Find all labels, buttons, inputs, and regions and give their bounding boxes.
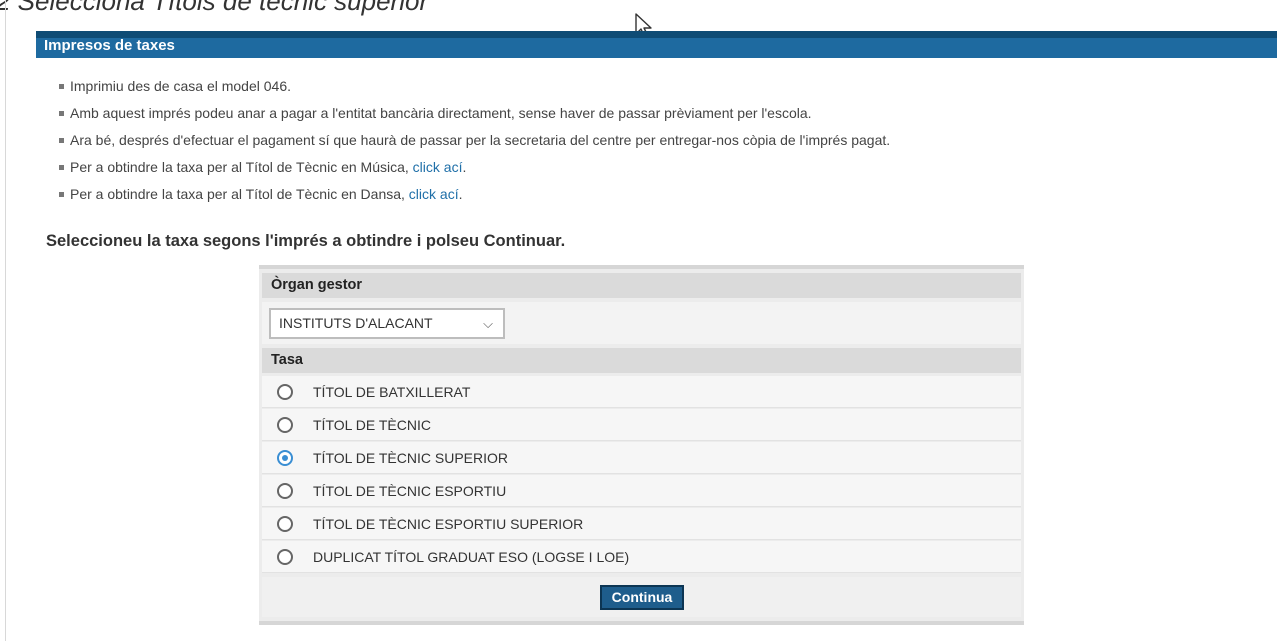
radio-button[interactable]: [277, 384, 293, 400]
tasa-option[interactable]: TÍTOL DE TÈCNIC SUPERIOR: [262, 442, 1021, 474]
continue-button[interactable]: Continua: [600, 585, 684, 610]
dansa-tax-link[interactable]: click ací: [409, 186, 459, 202]
radio-button-selected[interactable]: [277, 450, 293, 466]
tasa-option-label[interactable]: TÍTOL DE TÈCNIC ESPORTIU SUPERIOR: [313, 516, 583, 532]
chevron-down-icon: ⌵: [483, 316, 493, 331]
info-item: Per a obtindre la taxa per al Títol de T…: [56, 184, 890, 211]
button-row: Continua: [262, 577, 1021, 617]
tasa-header: Tasa: [262, 348, 1021, 373]
organ-gestor-value: INSTITUTS D'ALACANT: [279, 315, 433, 331]
tax-form: Òrgan gestor INSTITUTS D'ALACANT ⌵ Tasa …: [259, 265, 1024, 625]
info-item-text: Imprimiu des de casa el model 046.: [70, 78, 291, 94]
organ-gestor-header: Òrgan gestor: [262, 273, 1021, 298]
info-item: Ara bé, després d'efectuar el pagament s…: [56, 130, 890, 157]
musica-tax-link[interactable]: click ací: [413, 159, 463, 175]
section-header-bar-top: [36, 31, 1277, 38]
radio-button[interactable]: [277, 549, 293, 565]
organ-gestor-select[interactable]: INSTITUTS D'ALACANT ⌵: [269, 308, 505, 339]
left-border: [5, 0, 6, 641]
tasa-option-label[interactable]: TÍTOL DE TÈCNIC: [313, 417, 431, 433]
tasa-option[interactable]: DUPLICAT TÍTOL GRADUAT ESO (LOGSE I LOE): [262, 541, 1021, 573]
info-item-text: Per a obtindre la taxa per al Títol de T…: [70, 159, 413, 175]
info-list: Imprimiu des de casa el model 046. Amb a…: [56, 76, 890, 211]
section-header: Impresos de taxes: [36, 31, 1277, 58]
info-item-text: Per a obtindre la taxa per al Títol de T…: [70, 186, 409, 202]
page-caption: 2 Selecciona Títols de tècnic superior: [0, 0, 429, 16]
section-title: Impresos de taxes: [44, 37, 175, 54]
organ-select-row: INSTITUTS D'ALACANT ⌵: [262, 302, 1021, 344]
info-item-text: Ara bé, després d'efectuar el pagament s…: [70, 132, 891, 148]
radio-button[interactable]: [277, 417, 293, 433]
info-item-text: Amb aquest imprés podeu anar a pagar a l…: [70, 105, 812, 121]
info-item-suffix: .: [462, 159, 467, 175]
tasa-option[interactable]: TÍTOL DE TÈCNIC ESPORTIU SUPERIOR: [262, 508, 1021, 540]
tasa-option-label[interactable]: TÍTOL DE TÈCNIC SUPERIOR: [313, 450, 508, 466]
info-item-suffix: .: [458, 186, 463, 202]
tasa-option[interactable]: TÍTOL DE BATXILLERAT: [262, 376, 1021, 408]
instruction-heading: Seleccioneu la taxa segons l'imprés a ob…: [46, 232, 566, 250]
radio-button[interactable]: [277, 516, 293, 532]
info-item: Amb aquest imprés podeu anar a pagar a l…: [56, 103, 890, 130]
info-item: Per a obtindre la taxa per al Títol de T…: [56, 157, 890, 184]
tasa-option-label[interactable]: TÍTOL DE TÈCNIC ESPORTIU: [313, 483, 506, 499]
tasa-option-label[interactable]: DUPLICAT TÍTOL GRADUAT ESO (LOGSE I LOE): [313, 549, 629, 565]
tasa-option-label[interactable]: TÍTOL DE BATXILLERAT: [313, 384, 470, 400]
tasa-option[interactable]: TÍTOL DE TÈCNIC: [262, 409, 1021, 441]
tasa-option[interactable]: TÍTOL DE TÈCNIC ESPORTIU: [262, 475, 1021, 507]
radio-button[interactable]: [277, 483, 293, 499]
info-item: Imprimiu des de casa el model 046.: [56, 76, 890, 103]
